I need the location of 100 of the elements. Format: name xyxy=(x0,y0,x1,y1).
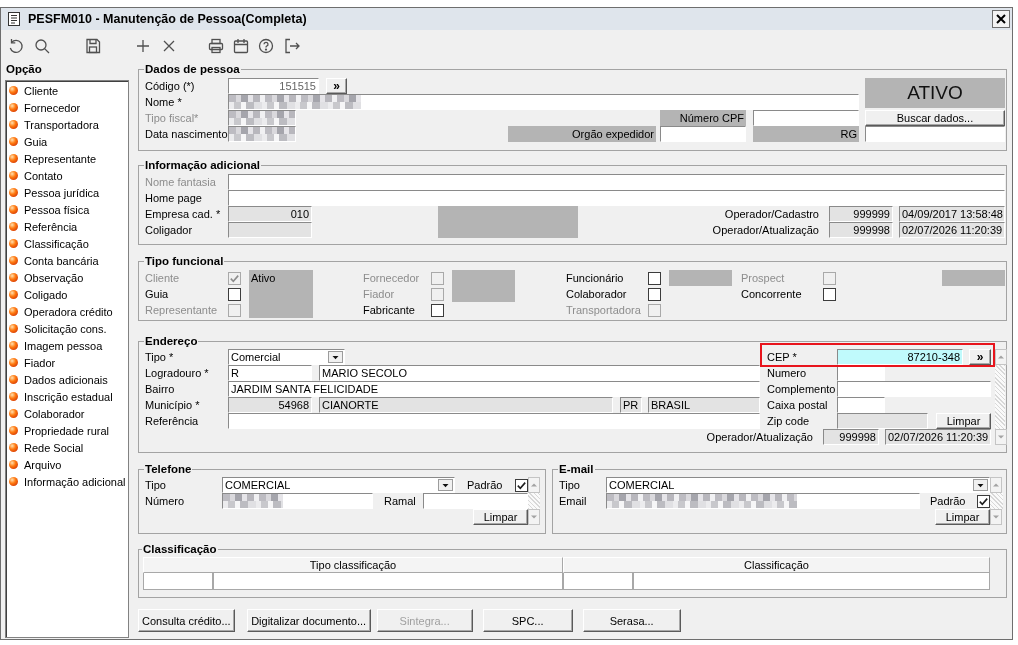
company-field[interactable]: 010 xyxy=(228,206,312,222)
sidebar-item[interactable]: Guia xyxy=(9,133,128,150)
sidebar-item[interactable]: Conta bancária xyxy=(9,252,128,269)
address-type-dropdown[interactable]: Comercial xyxy=(228,349,345,365)
birth-date-field[interactable] xyxy=(228,126,296,142)
sidebar-item[interactable]: Classificação xyxy=(9,235,128,252)
field-label: Nome fantasia xyxy=(145,175,217,190)
sidebar-item[interactable]: Cliente xyxy=(9,82,128,99)
timestamp-field[interactable]: 02/07/2026 11:20:39 xyxy=(885,429,991,445)
field-label: Padrão xyxy=(467,478,504,493)
search-data-button[interactable]: Buscar dados... xyxy=(865,110,1005,126)
po-box-field[interactable] xyxy=(837,397,885,413)
phone-number-field[interactable] xyxy=(222,493,373,509)
sidebar-item[interactable]: Observação xyxy=(9,269,128,286)
group-title: Tipo funcional xyxy=(144,254,225,268)
email-type-dropdown[interactable]: COMERCIAL xyxy=(606,477,990,493)
undo-icon[interactable] xyxy=(8,38,24,54)
clear-button[interactable]: Limpar xyxy=(936,413,991,429)
field-label: Fornecedor xyxy=(363,271,421,286)
cross-icon[interactable] xyxy=(161,38,177,54)
caret-icon[interactable] xyxy=(328,351,343,363)
checkbox[interactable] xyxy=(977,494,990,508)
action-button[interactable]: Consulta crédito... xyxy=(138,609,235,632)
sidebar-item[interactable]: Coligado xyxy=(9,286,128,303)
checkbox[interactable] xyxy=(431,303,444,317)
sidebar-item[interactable]: Propriedade rural xyxy=(9,422,128,439)
clear-button[interactable]: Limpar xyxy=(935,509,990,525)
cep-field[interactable]: 87210-348 xyxy=(837,349,963,365)
complement-field[interactable] xyxy=(837,381,991,397)
operator-code-field[interactable]: 999998 xyxy=(829,222,893,238)
cpf-field[interactable] xyxy=(753,110,859,126)
printer-icon[interactable] xyxy=(208,38,224,54)
sidebar-item[interactable]: Imagem pessoa xyxy=(9,337,128,354)
district-field[interactable]: JARDIM SANTA FELICIDADE xyxy=(228,381,760,397)
calendar-icon[interactable] xyxy=(233,38,249,54)
sidebar-item[interactable]: Transportadora xyxy=(9,116,128,133)
field-label: Concorrente xyxy=(741,287,803,302)
sidebar-item[interactable]: Representante xyxy=(9,150,128,167)
extension-field[interactable] xyxy=(423,493,528,509)
field-label: Tipo fiscal* xyxy=(145,111,200,126)
sidebar-item[interactable]: Fornecedor xyxy=(9,99,128,116)
sidebar-item[interactable]: Referência xyxy=(9,218,128,235)
lookup-button[interactable]: » xyxy=(969,349,991,365)
zip-code-field[interactable] xyxy=(837,413,928,429)
field-label: Cliente xyxy=(145,271,181,286)
checkbox[interactable] xyxy=(515,478,528,492)
exit-icon[interactable] xyxy=(284,38,300,54)
reference-field[interactable] xyxy=(228,413,760,429)
caret-icon[interactable] xyxy=(438,479,453,491)
action-button[interactable]: SPC... xyxy=(482,609,573,632)
street-field[interactable]: MARIO SECOLO xyxy=(319,365,760,381)
checkbox[interactable] xyxy=(648,287,661,301)
sidebar-item[interactable]: Pessoa jurídica xyxy=(9,184,128,201)
timestamp-field[interactable]: 02/07/2026 11:20:39 xyxy=(899,222,1005,238)
sidebar-item[interactable]: Rede Social xyxy=(9,439,128,456)
checkbox[interactable] xyxy=(823,287,836,301)
sidebar-item[interactable]: Fiador xyxy=(9,354,128,371)
lookup-button[interactable]: » xyxy=(326,78,347,94)
sidebar-item[interactable]: Dados adicionais xyxy=(9,371,128,388)
field-label: Empresa cad. * xyxy=(145,207,222,222)
clear-button[interactable]: Limpar xyxy=(473,509,528,525)
close-icon[interactable] xyxy=(992,10,1010,28)
country-field[interactable]: BRASIL xyxy=(648,397,760,413)
email-field[interactable] xyxy=(606,493,920,509)
home-page-field[interactable] xyxy=(228,190,1005,206)
sidebar-item[interactable]: Pessoa física xyxy=(9,201,128,218)
sidebar-item[interactable]: Colaborador xyxy=(9,405,128,422)
issuer-field[interactable] xyxy=(660,126,746,142)
rg-field[interactable] xyxy=(865,126,1005,142)
help-icon[interactable] xyxy=(258,38,274,54)
sidebar-item[interactable]: Operadora crédito xyxy=(9,303,128,320)
street-type-field[interactable]: R xyxy=(228,365,312,381)
city-field[interactable]: CIANORTE xyxy=(319,397,613,413)
plus-icon[interactable] xyxy=(135,38,151,54)
city-code-field[interactable]: 54968 xyxy=(228,397,312,413)
search-icon[interactable] xyxy=(34,38,50,54)
action-button[interactable]: Digitalizar documento... xyxy=(246,609,371,632)
checkbox[interactable] xyxy=(648,271,661,285)
sidebar-item[interactable]: Informação adicional xyxy=(9,473,128,490)
phone-type-dropdown[interactable]: COMERCIAL xyxy=(222,477,455,493)
sidebar-item[interactable]: Inscrição estadual xyxy=(9,388,128,405)
caret-icon[interactable] xyxy=(973,479,988,491)
trade-name-field[interactable] xyxy=(228,174,1005,190)
operator-code-field[interactable]: 999998 xyxy=(823,429,879,445)
sidebar-item[interactable]: Solicitação cons. xyxy=(9,320,128,337)
name-field[interactable] xyxy=(228,94,859,110)
sidebar-item[interactable]: Contato xyxy=(9,167,128,184)
operator-code-field[interactable]: 999999 xyxy=(829,206,893,222)
sidebar-item[interactable]: Arquivo xyxy=(9,456,128,473)
field-label: Operador/Atualização xyxy=(711,223,820,238)
affiliate-field[interactable] xyxy=(228,222,312,238)
timestamp-field[interactable]: 04/09/2017 13:58:48 xyxy=(899,206,1005,222)
status-banner: ATIVO xyxy=(865,78,1005,108)
code-field[interactable]: 151515 xyxy=(228,78,319,94)
save-icon[interactable] xyxy=(85,38,101,54)
field-label: Tipo xyxy=(145,478,167,493)
checkbox[interactable] xyxy=(228,287,241,301)
field-label: Tipo * xyxy=(145,350,175,365)
state-field[interactable]: PR xyxy=(620,397,642,413)
action-button[interactable]: Serasa... xyxy=(582,609,681,632)
